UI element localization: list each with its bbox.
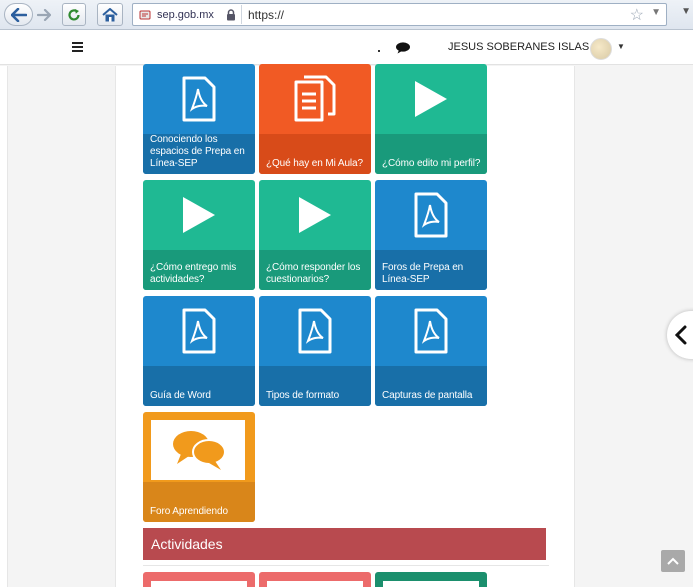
chat-icon[interactable]: [395, 42, 411, 54]
bookmark-star-icon[interactable]: ☆: [630, 5, 644, 25]
resource-tile-entrego[interactable]: ¿Cómo entrego mis actividades?: [143, 180, 255, 290]
site-favicon-icon: [139, 10, 151, 19]
activity-tile-peek[interactable]: [259, 572, 371, 587]
pdf-icon: [182, 308, 216, 354]
resource-tile-foros[interactable]: Foros de Prepa en Línea-SEP: [375, 180, 487, 290]
pdf-icon: [182, 76, 216, 122]
forward-icon: [37, 8, 51, 21]
separator-dot: [378, 50, 380, 52]
forum-image: [151, 420, 245, 480]
back-button[interactable]: [4, 3, 33, 26]
hamburger-icon[interactable]: [72, 42, 83, 54]
reload-icon: [68, 8, 80, 21]
lock-icon: [227, 9, 235, 21]
resource-tile-conociendo[interactable]: Conociendo los espacios de Prepa en Líne…: [143, 64, 255, 174]
pdf-icon: [414, 192, 448, 238]
play-icon: [299, 197, 331, 233]
url-text[interactable]: https://: [248, 8, 284, 22]
home-icon: [102, 7, 118, 21]
left-drawer-edge: [0, 66, 8, 587]
tile-label: ¿Cómo entrego mis actividades?: [150, 262, 237, 285]
avatar[interactable]: [590, 38, 612, 60]
documents-icon: [294, 75, 336, 122]
tile-label: Conociendo los espacios de Prepa en Líne…: [150, 134, 245, 169]
resource-tile-cuestionarios[interactable]: ¿Cómo responder los cuestionarios?: [259, 180, 371, 290]
toolbar-overflow-icon[interactable]: ▼: [681, 6, 691, 17]
tile-label: ¿Qué hay en Mi Aula?: [266, 158, 363, 169]
back-icon: [10, 7, 27, 22]
home-button[interactable]: [97, 3, 123, 26]
activity-tile-peek[interactable]: [375, 572, 487, 587]
speech-bubbles-icon: [173, 431, 226, 470]
section-title: Actividades: [151, 536, 223, 552]
resource-tile-mi-aula[interactable]: ¿Qué hay en Mi Aula?: [259, 64, 371, 174]
forward-button[interactable]: [33, 3, 55, 26]
user-name[interactable]: JESUS SOBERANES ISLAS: [448, 41, 589, 53]
tile-label: Foros de Prepa en Línea-SEP: [382, 262, 464, 285]
tile-label: Foro Aprendiendo: [150, 506, 228, 517]
app-navbar: JESUS SOBERANES ISLAS ▼: [0, 30, 693, 65]
site-identity[interactable]: sep.gob.mx: [134, 5, 242, 24]
caret-down-icon[interactable]: ▼: [617, 42, 625, 51]
tile-label: Capturas de pantalla: [382, 390, 473, 401]
url-dropdown-icon[interactable]: ▼: [651, 7, 661, 18]
browser-toolbar: sep.gob.mx https:// ☆ ▼ ▼: [0, 0, 693, 30]
activity-tile-peek[interactable]: [143, 572, 255, 587]
section-header-actividades: Actividades: [143, 528, 546, 560]
pdf-icon: [414, 308, 448, 354]
resource-tile-guia-word[interactable]: Guía de Word: [143, 296, 255, 406]
address-bar[interactable]: sep.gob.mx https:// ☆ ▼: [132, 3, 667, 26]
tile-label: Guía de Word: [150, 390, 211, 401]
tile-label: ¿Cómo responder los cuestionarios?: [266, 262, 361, 285]
tile-label: Tipos de formato: [266, 390, 340, 401]
resource-tile-tipos-formato[interactable]: Tipos de formato: [259, 296, 371, 406]
section-divider: [143, 565, 549, 566]
site-domain: sep.gob.mx: [157, 8, 214, 21]
resource-tile-capturas[interactable]: Capturas de pantalla: [375, 296, 487, 406]
pdf-icon: [298, 308, 332, 354]
resource-tile-foro-aprendiendo[interactable]: Foro Aprendiendo: [143, 412, 255, 522]
resource-tile-perfil[interactable]: ¿Cómo edito mi perfil?: [375, 64, 487, 174]
play-icon: [415, 81, 447, 117]
tile-label: ¿Cómo edito mi perfil?: [382, 158, 481, 169]
chevron-left-icon: [675, 325, 687, 345]
reload-button[interactable]: [62, 3, 86, 26]
back-to-top-button[interactable]: [661, 550, 685, 572]
chevron-up-icon: [667, 557, 679, 565]
play-icon: [183, 197, 215, 233]
